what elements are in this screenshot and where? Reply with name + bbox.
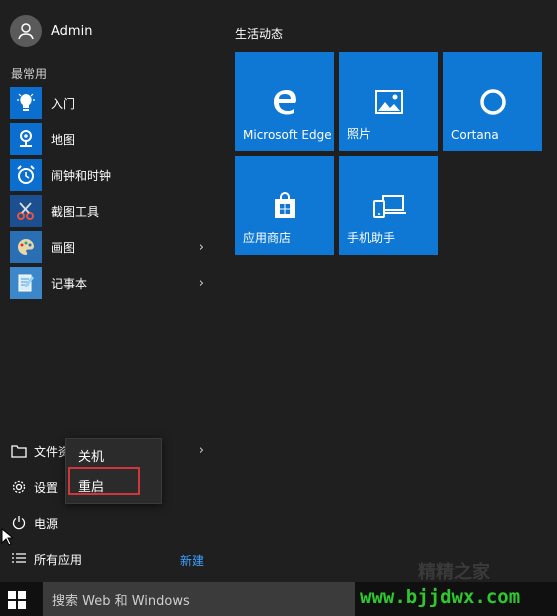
map-icon <box>10 123 42 155</box>
user-avatar-icon <box>10 15 42 47</box>
search-box[interactable]: 搜索 Web 和 Windows <box>43 582 355 616</box>
all-apps-item[interactable]: 所有应用 新建 <box>10 544 210 574</box>
settings-label: 设置 <box>34 480 59 495</box>
tile-label: 应用商店 <box>243 231 292 245</box>
cortana-icon <box>473 82 513 122</box>
chevron-right-icon[interactable]: › <box>199 240 204 255</box>
shutdown-option[interactable]: 关机 <box>78 446 104 465</box>
app-label: 记事本 <box>51 276 88 291</box>
tile-label: Cortana <box>451 128 499 142</box>
watermark-url: www.bjjdwx.com <box>360 586 521 608</box>
gear-icon <box>10 478 28 496</box>
app-alarms-clock[interactable]: 闹钟和时钟 <box>10 159 210 191</box>
start-menu-tiles-pane: 生活动态 Microsoft Edge 照片 Cortana 应用商店 手机助手 <box>215 0 557 582</box>
all-apps-label: 所有应用 <box>34 552 83 567</box>
alarm-clock-icon <box>10 159 42 191</box>
most-used-label: 最常用 <box>11 67 48 81</box>
power-item[interactable]: 电源 <box>10 508 210 538</box>
chevron-right-icon[interactable]: › <box>199 276 204 291</box>
user-name: Admin <box>51 23 93 39</box>
power-label: 电源 <box>34 516 59 531</box>
app-label: 画图 <box>51 240 76 255</box>
folder-icon <box>10 442 28 460</box>
tile-cortana[interactable]: Cortana <box>443 52 542 151</box>
watermark-chinese: 精精之家 <box>418 562 490 583</box>
restart-highlight-box <box>68 467 140 495</box>
paint-palette-icon <box>10 231 42 263</box>
tile-phone-companion[interactable]: 手机助手 <box>339 156 438 255</box>
tile-label: Microsoft Edge <box>243 128 332 142</box>
app-maps[interactable]: 地图 <box>10 123 210 155</box>
search-placeholder[interactable]: 搜索 Web 和 Windows <box>52 590 190 609</box>
store-icon <box>265 186 305 226</box>
notepad-icon <box>10 267 42 299</box>
list-icon <box>10 550 28 568</box>
tile-microsoft-edge[interactable]: Microsoft Edge <box>235 52 334 151</box>
app-label: 地图 <box>51 132 76 147</box>
windows-start-icon[interactable] <box>8 591 26 609</box>
tile-store[interactable]: 应用商店 <box>235 156 334 255</box>
user-account[interactable]: Admin <box>10 15 92 47</box>
taskbar: 搜索 Web 和 Windows www.bjjdwx.com <box>0 582 557 616</box>
chevron-right-icon[interactable]: › <box>199 443 204 458</box>
new-badge: 新建 <box>179 554 204 568</box>
app-get-started[interactable]: 入门 <box>10 87 210 119</box>
photos-icon <box>369 82 409 122</box>
tile-photos[interactable]: 照片 <box>339 52 438 151</box>
tile-label: 照片 <box>347 127 372 141</box>
app-notepad[interactable]: 记事本 › <box>10 267 210 299</box>
app-snipping-tool[interactable]: 截图工具 <box>10 195 210 227</box>
app-label: 截图工具 <box>51 204 100 219</box>
app-label: 闹钟和时钟 <box>51 168 112 183</box>
app-label: 入门 <box>51 96 76 111</box>
tile-group-title: 生活动态 <box>235 27 284 41</box>
lightbulb-icon <box>10 87 42 119</box>
edge-icon <box>265 82 305 122</box>
mouse-cursor-icon <box>1 527 15 550</box>
tile-label: 手机助手 <box>347 231 396 245</box>
snipping-tool-icon <box>10 195 42 227</box>
app-paint[interactable]: 画图 › <box>10 231 210 263</box>
phone-companion-icon <box>369 186 409 226</box>
